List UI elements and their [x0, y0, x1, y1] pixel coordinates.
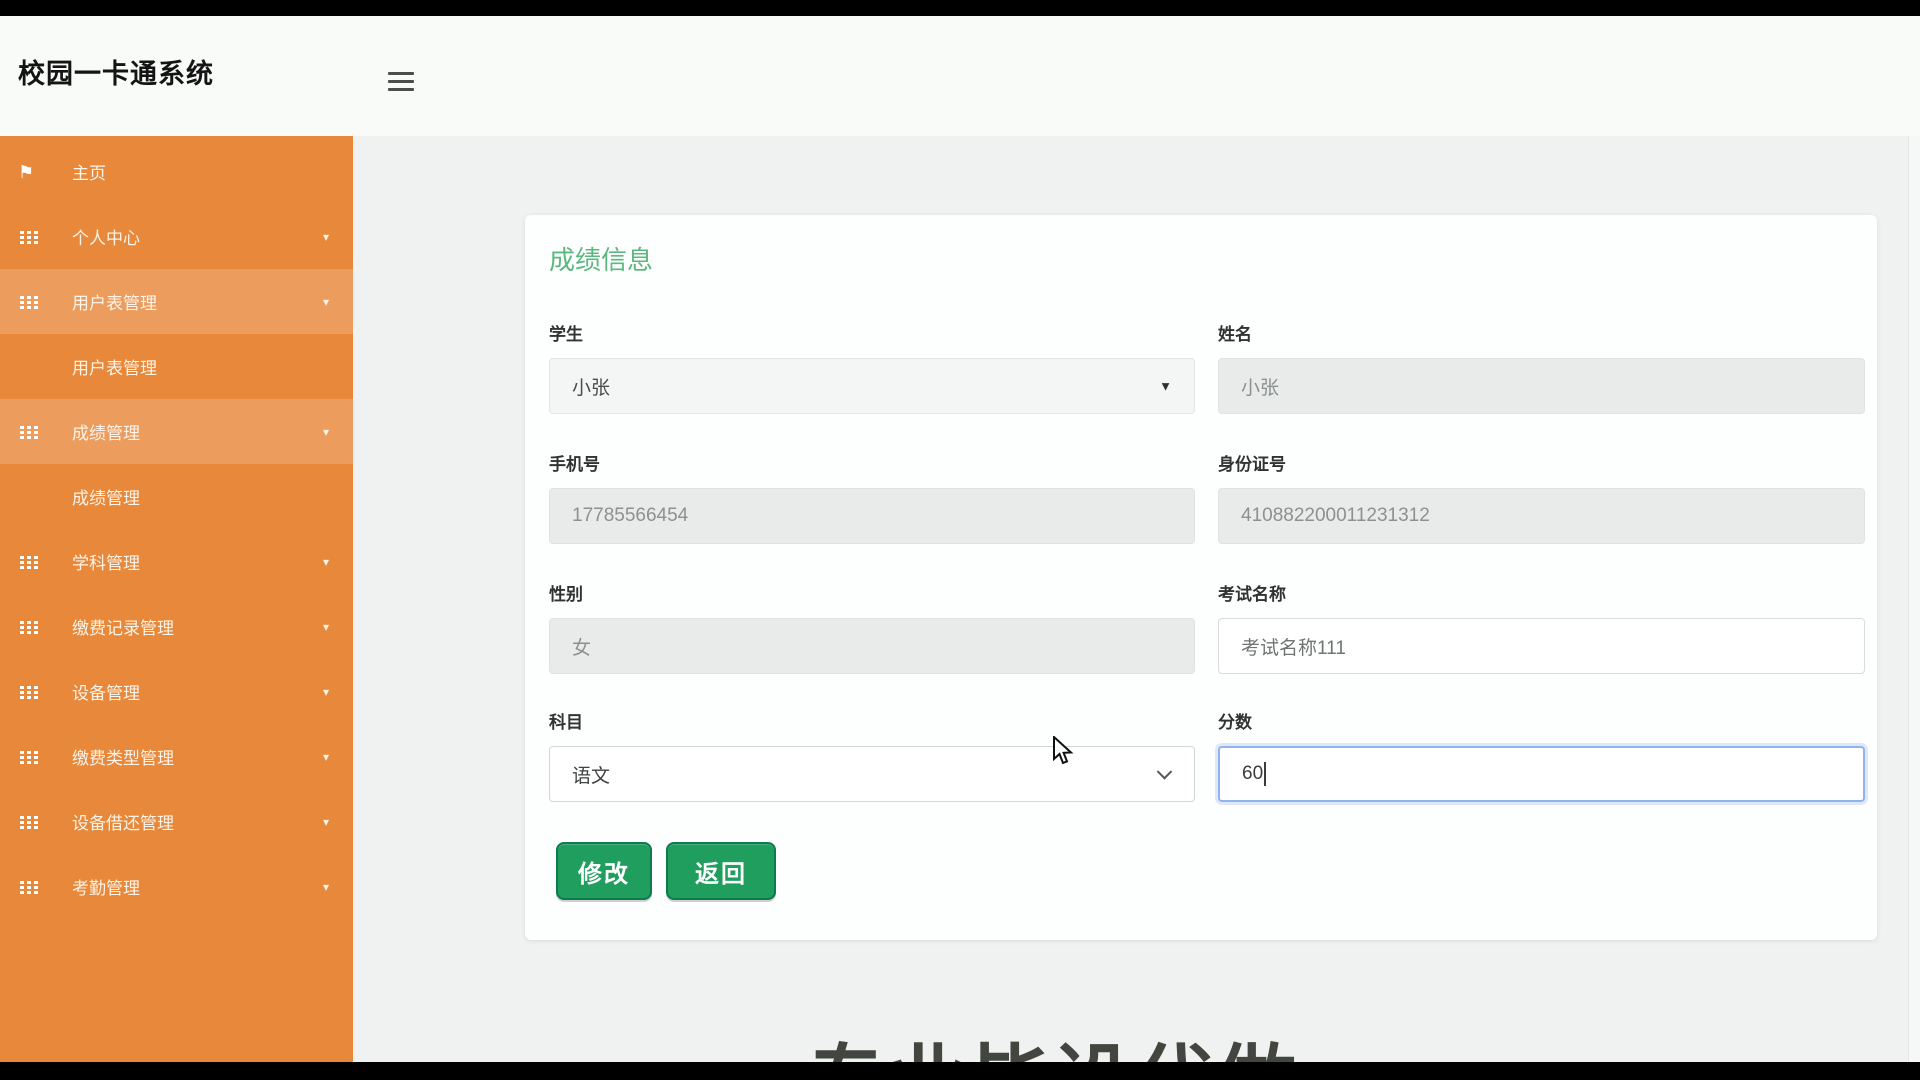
back-button[interactable]: 返回 [666, 842, 776, 900]
subject-field-group: 科目 语文 [549, 712, 1195, 802]
chevron-down-icon: ▾ [323, 750, 329, 764]
chevron-down-icon: ▾ [323, 685, 329, 699]
letterbox-top [0, 0, 1920, 16]
sidebar-item-payment-record-mgmt[interactable]: 缴费记录管理 ▾ [0, 594, 353, 659]
grid-icon [18, 292, 40, 312]
grid-icon [18, 812, 40, 832]
grid-icon [18, 617, 40, 637]
screen: 校园一卡通系统 ⚑ 主页 个人中心 ▾ 用户表管理 ▾ 用户表管理 [0, 0, 1920, 1080]
grid-icon [18, 227, 40, 247]
subject-select[interactable]: 语文 [549, 746, 1195, 802]
student-select[interactable]: 小张 ▼ [549, 358, 1195, 414]
hamburger-menu-icon[interactable] [388, 72, 416, 92]
name-field-group: 姓名 [1218, 324, 1865, 414]
chevron-down-icon: ▾ [323, 555, 329, 569]
sidebar-subitem-user-table-mgmt[interactable]: 用户表管理 [0, 334, 353, 399]
flag-icon: ⚑ [18, 162, 40, 182]
chevron-down-icon: ▾ [323, 620, 329, 634]
sidebar-item-device-borrow-mgmt[interactable]: 设备借还管理 ▾ [0, 789, 353, 854]
grid-icon [18, 552, 40, 572]
gender-label: 性别 [549, 584, 1195, 606]
sidebar-item-home[interactable]: ⚑ 主页 [0, 139, 353, 204]
chevron-down-icon: ▾ [323, 880, 329, 894]
sidebar-item-personal-center[interactable]: 个人中心 ▾ [0, 204, 353, 269]
score-field-group: 分数 60 [1218, 712, 1865, 802]
scrollbar[interactable] [1908, 136, 1920, 1062]
sidebar-item-user-table-mgmt[interactable]: 用户表管理 ▾ [0, 269, 353, 334]
select-caret-icon: ▼ [1159, 379, 1172, 394]
sidebar-item-subject-mgmt[interactable]: 学科管理 ▾ [0, 529, 353, 594]
gender-field-group: 性别 [549, 584, 1195, 674]
sidebar: ⚑ 主页 个人中心 ▾ 用户表管理 ▾ 用户表管理 成绩管理 ▾ [0, 136, 353, 1062]
score-label: 分数 [1218, 712, 1865, 734]
score-input[interactable]: 60 [1218, 746, 1865, 802]
grid-icon [18, 682, 40, 702]
student-field-group: 学生 小张 ▼ [549, 324, 1195, 414]
form-title: 成绩信息 [549, 240, 653, 277]
chevron-down-icon: ▾ [323, 425, 329, 439]
text-cursor [1264, 762, 1266, 786]
grid-icon [18, 747, 40, 767]
letterbox-bottom [0, 1062, 1920, 1080]
sidebar-subitem-grade-mgmt[interactable]: 成绩管理 [0, 464, 353, 529]
exam-name-field-group: 考试名称 [1218, 584, 1865, 674]
id-number-field-group: 身份证号 [1218, 454, 1865, 544]
grid-icon [18, 422, 40, 442]
name-input [1218, 358, 1865, 414]
name-label: 姓名 [1218, 324, 1865, 346]
app-title: 校园一卡通系统 [18, 52, 214, 91]
student-label: 学生 [549, 324, 1195, 346]
chevron-down-icon [1157, 764, 1173, 780]
exam-name-label: 考试名称 [1218, 584, 1865, 606]
phone-field-group: 手机号 [549, 454, 1195, 544]
phone-input [549, 488, 1195, 544]
sidebar-item-attendance-mgmt[interactable]: 考勤管理 ▾ [0, 854, 353, 919]
grid-icon [18, 877, 40, 897]
modify-button[interactable]: 修改 [556, 842, 652, 900]
exam-name-input[interactable] [1218, 618, 1865, 674]
sidebar-item-device-mgmt[interactable]: 设备管理 ▾ [0, 659, 353, 724]
id-number-input [1218, 488, 1865, 544]
id-number-label: 身份证号 [1218, 454, 1865, 476]
chevron-down-icon: ▾ [323, 230, 329, 244]
mouse-cursor [1052, 736, 1078, 771]
subject-label: 科目 [549, 712, 1195, 734]
app-window: 校园一卡通系统 ⚑ 主页 个人中心 ▾ 用户表管理 ▾ 用户表管理 [0, 16, 1920, 1062]
phone-label: 手机号 [549, 454, 1195, 476]
header: 校园一卡通系统 [0, 16, 1920, 136]
sidebar-item-payment-type-mgmt[interactable]: 缴费类型管理 ▾ [0, 724, 353, 789]
chevron-down-icon: ▾ [323, 815, 329, 829]
gender-input [549, 618, 1195, 674]
sidebar-item-grade-mgmt[interactable]: 成绩管理 ▾ [0, 399, 353, 464]
chevron-down-icon: ▾ [323, 295, 329, 309]
